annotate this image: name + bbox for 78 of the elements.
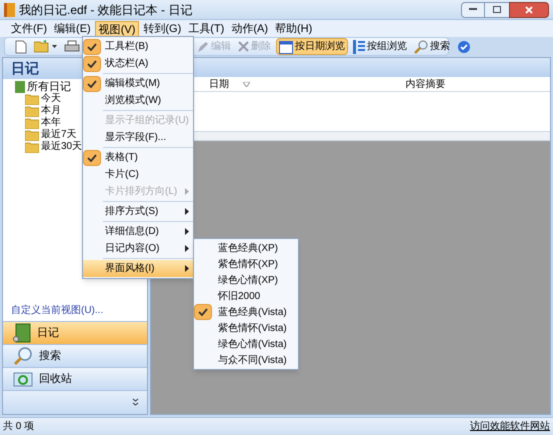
sort-icon xyxy=(243,82,250,86)
menu-option[interactable]: 排序方式(S) xyxy=(83,203,193,220)
maximize-icon xyxy=(493,6,501,13)
search-icon xyxy=(414,40,428,54)
minimize-icon xyxy=(469,8,477,11)
menu-option[interactable]: 与众不同(Vista) xyxy=(194,352,298,368)
menu-option[interactable]: 详细信息(D) xyxy=(83,223,193,240)
list-icon xyxy=(353,40,365,54)
magnifier-icon xyxy=(13,346,33,366)
printer-icon xyxy=(64,40,80,54)
menu-item[interactable]: 工具(T) xyxy=(185,20,228,36)
menu-option[interactable]: 编辑模式(M) xyxy=(83,75,193,92)
window-title: 我的日记.edf - 效能日记本 - 日记 xyxy=(19,2,192,18)
nav-button[interactable]: 回收站 xyxy=(3,367,147,390)
menu-item[interactable]: 帮助(H) xyxy=(272,20,316,36)
submenu-arrow-icon xyxy=(185,265,189,272)
menu-item[interactable]: 文件(F) xyxy=(8,20,50,36)
folder-icon xyxy=(25,118,39,128)
pencil-icon xyxy=(197,40,209,52)
menu-option[interactable]: 状态栏(A) xyxy=(83,55,193,72)
nav-button[interactable]: 日记 xyxy=(3,321,147,344)
toolbar-icon-button[interactable] xyxy=(455,38,473,55)
menu-option[interactable]: 卡片(C) xyxy=(83,166,193,183)
submenu-arrow-icon xyxy=(185,228,189,235)
column-header[interactable]: 内容摘要 xyxy=(301,77,550,91)
menu-option[interactable]: 表格(T) xyxy=(83,149,193,166)
notebook-icon xyxy=(4,2,15,16)
menu-option[interactable]: 日记内容(O) xyxy=(83,240,193,257)
panel-title: 日记 xyxy=(11,59,39,78)
menu-option[interactable]: 浏览模式(W) xyxy=(83,92,193,109)
menu-option[interactable]: 紫色情怀(Vista) xyxy=(194,320,298,336)
menu-item[interactable]: 转到(G) xyxy=(140,20,184,36)
menu-option[interactable]: 怀旧2000 xyxy=(194,288,298,304)
cross-icon xyxy=(238,41,249,52)
submenu-arrow-icon xyxy=(185,208,189,215)
caret-icon xyxy=(52,45,57,48)
maximize-button[interactable] xyxy=(485,2,509,18)
folder-icon xyxy=(25,94,39,104)
toolbar-icon-button[interactable] xyxy=(32,38,59,55)
chevron-down-icon xyxy=(132,398,139,408)
toolbar-button[interactable]: 搜索 xyxy=(412,38,452,55)
customize-view-link[interactable]: 自定义当前视图(U)... xyxy=(11,305,104,316)
folder-icon xyxy=(25,106,39,116)
nav-button[interactable]: 搜索 xyxy=(3,344,147,367)
tree-item[interactable]: 本月 xyxy=(41,105,61,117)
menu-item[interactable]: 动作(A) xyxy=(228,20,271,36)
close-icon xyxy=(525,6,533,14)
menu-option[interactable]: 工具栏(B) xyxy=(83,38,193,55)
help-icon xyxy=(457,40,471,54)
menu-option[interactable]: 紫色情怀(XP) xyxy=(194,256,298,272)
tree-item[interactable]: 今天 xyxy=(41,93,61,105)
tree-item[interactable]: 本年 xyxy=(41,117,61,129)
toolbar-button[interactable]: 按组浏览 xyxy=(351,38,409,55)
tree-item[interactable]: 最近30天 xyxy=(41,141,82,153)
website-link[interactable]: 访问效能软件网站 xyxy=(470,419,550,434)
item-count: 共 0 项 xyxy=(3,420,34,434)
book-icon xyxy=(13,81,25,93)
minimize-button[interactable] xyxy=(461,2,485,18)
new-document-icon xyxy=(15,40,27,54)
tree-item[interactable]: 所有日记 xyxy=(27,81,71,93)
menu-option[interactable]: 蓝色经典(Vista) xyxy=(194,304,298,320)
menu-option[interactable]: 绿色心情(Vista) xyxy=(194,336,298,352)
menu-item[interactable]: 编辑(E) xyxy=(51,20,94,36)
folder-icon xyxy=(25,130,39,140)
submenu-arrow-icon xyxy=(185,245,189,252)
submenu-arrow-icon xyxy=(185,188,189,195)
menu-option[interactable]: 蓝色经典(XP) xyxy=(194,240,298,256)
close-button[interactable] xyxy=(509,2,549,18)
folder-icon xyxy=(25,142,39,152)
tree-item[interactable]: 最近7天 xyxy=(41,129,77,141)
toolbar-button[interactable]: 按日期浏览 xyxy=(276,38,348,55)
menu-option[interactable]: 绿色心情(XP) xyxy=(194,272,298,288)
calendar-icon xyxy=(279,40,293,54)
toolbar-icon-button[interactable] xyxy=(13,38,29,55)
menu-item[interactable]: 视图(V) xyxy=(94,20,140,36)
book-icon xyxy=(13,323,31,343)
menu-option[interactable]: 界面风格(I) xyxy=(83,260,193,277)
menu-option[interactable]: 显示字段(F)... xyxy=(83,129,193,146)
